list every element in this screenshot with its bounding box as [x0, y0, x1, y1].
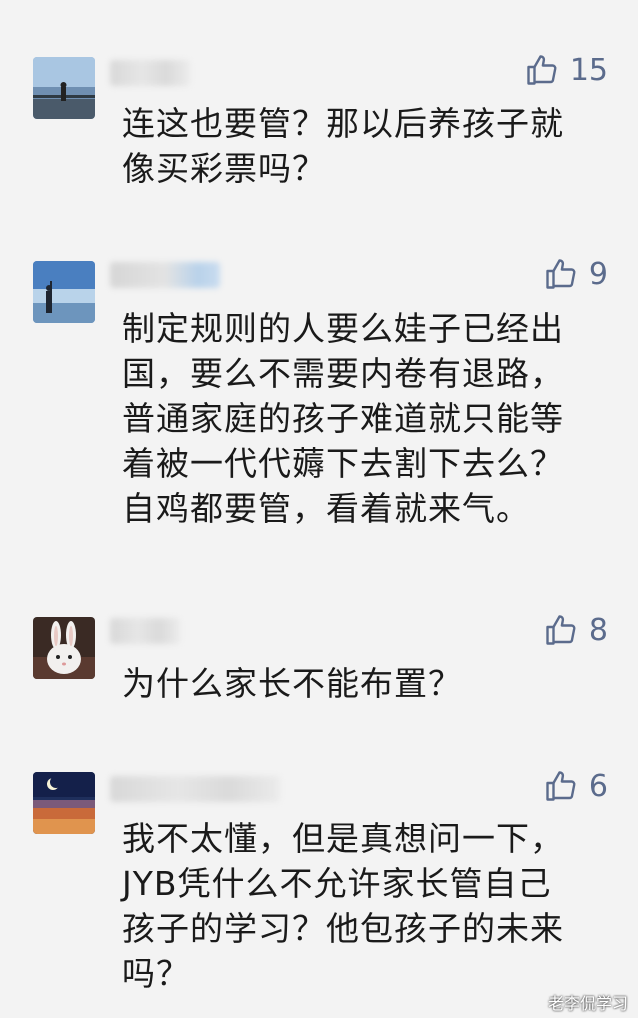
avatar[interactable]	[33, 772, 95, 834]
username-blurred	[110, 776, 280, 802]
comment-text: 连这也要管？那以后养孩子就 像买彩票吗？	[122, 104, 564, 188]
thumbs-up-icon	[546, 771, 576, 801]
thumbs-up-icon	[527, 55, 557, 85]
like-count: 15	[569, 52, 608, 88]
like-button[interactable]: 9	[543, 256, 608, 292]
thumbs-up-icon	[546, 259, 576, 289]
comment-text: 制定规则的人要么娃子已经出 国，要么不需要内卷有退路， 普通家庭的孩子难道就只能…	[122, 309, 564, 528]
avatar[interactable]	[33, 57, 95, 119]
thumbs-up-icon	[546, 615, 576, 645]
avatar[interactable]	[33, 617, 95, 679]
avatar[interactable]	[33, 261, 95, 323]
username-blurred	[110, 262, 220, 288]
username-blurred	[110, 618, 180, 644]
like-button[interactable]: 8	[543, 612, 608, 648]
comment-text: 我不太懂，但是真想问一下， JYB凭什么不允许家长管自己 孩子的学习？他包孩子的…	[122, 819, 564, 993]
comment-text: 为什么家长不能布置？	[122, 664, 462, 703]
like-count: 9	[588, 256, 608, 292]
watermark: 老李侃学习	[547, 994, 628, 1013]
like-count: 8	[588, 612, 608, 648]
like-count: 6	[588, 768, 608, 804]
username-blurred	[110, 60, 190, 86]
like-button[interactable]: 15	[524, 52, 608, 88]
like-button[interactable]: 6	[543, 768, 608, 804]
